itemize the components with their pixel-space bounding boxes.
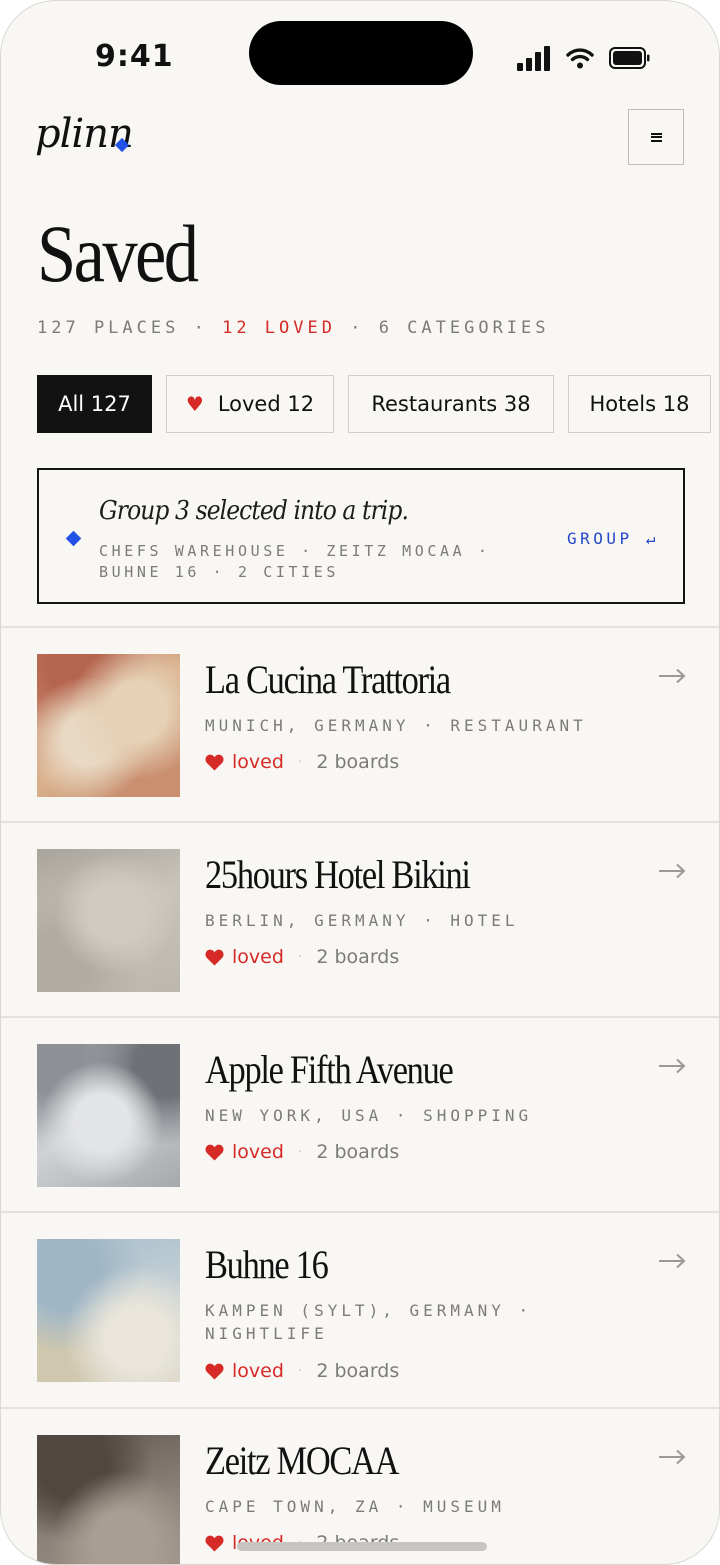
battery-icon (609, 47, 650, 69)
place-thumbnail (37, 849, 180, 992)
group-banner: Group 3 selected into a trip. CHEFS WARE… (37, 468, 685, 604)
heart-icon: ♥ (185, 392, 204, 416)
page-title: Saved (37, 208, 199, 299)
stats-separator: · (179, 318, 223, 338)
loved-label: loved (232, 946, 284, 968)
group-action-button[interactable]: GROUP ↵ (567, 529, 659, 548)
phone-screen: 9:41 plinn Saved 127 PLACES · 12 LOVED ·… (0, 0, 720, 1565)
saved-stats: 127 PLACES · 12 LOVED · 6 CATEGORIES (37, 318, 550, 338)
stats-separator: · (335, 318, 379, 338)
place-name: 25hours Hotel Bikini (205, 852, 471, 897)
loved-count: 12 LOVED (222, 318, 336, 338)
loved-label: loved (232, 751, 284, 773)
boards-count: 2 boards (316, 751, 400, 773)
saved-places-list: La Cucina Trattoria MUNICH, GERMANY · RE… (1, 626, 719, 1564)
place-status: loved · 2 boards (205, 1140, 399, 1164)
heart-icon (205, 1144, 224, 1161)
banner-detail: CHEFS WAREHOUSE · ZEITZ MOCAA · BUHNE 16… (99, 542, 491, 581)
place-name: La Cucina Trattoria (205, 657, 451, 702)
loved-label: loved (232, 1360, 284, 1382)
boards-count: 2 boards (316, 1360, 400, 1382)
place-thumbnail (37, 1239, 180, 1382)
arrow-right-icon[interactable] (658, 668, 686, 684)
place-status: loved · 2 boards (205, 945, 399, 969)
loved-label: loved (232, 1141, 284, 1163)
chip-label: Hotels 18 (589, 392, 690, 416)
categories-count: 6 CATEGORIES (378, 318, 550, 338)
place-meta: CAPE TOWN, ZA · MUSEUM (205, 1497, 505, 1516)
heart-icon (205, 754, 224, 771)
place-status: loved · 2 boards (205, 750, 399, 774)
chip-label: Restaurants 38 (371, 392, 531, 416)
place-row[interactable]: Apple Fifth Avenue NEW YORK, USA · SHOPP… (1, 1016, 719, 1211)
place-meta: KAMPEN (SYLT), GERMANY · NIGHTLIFE (205, 1301, 533, 1343)
diamond-icon (65, 530, 82, 547)
banner-title: Group 3 selected into a trip. (99, 496, 409, 526)
chip-label: All 127 (58, 392, 131, 416)
place-thumbnail (37, 654, 180, 797)
filter-chip-restaurants[interactable]: Restaurants 38 (348, 375, 554, 433)
place-name: Apple Fifth Avenue (205, 1047, 454, 1092)
filter-chip-all[interactable]: All 127 (37, 375, 152, 433)
arrow-right-icon[interactable] (658, 863, 686, 879)
separator-dot: · (297, 1363, 303, 1379)
home-indicator[interactable] (237, 1542, 487, 1551)
dynamic-island (249, 21, 473, 85)
heart-icon (205, 1535, 224, 1552)
place-name: Buhne 16 (205, 1242, 329, 1287)
place-row[interactable]: La Cucina Trattoria MUNICH, GERMANY · RE… (1, 626, 719, 821)
app-logo[interactable]: plinn (35, 111, 134, 157)
place-thumbnail (37, 1044, 180, 1187)
heart-icon (205, 949, 224, 966)
boards-count: 2 boards (316, 1141, 400, 1163)
menu-button[interactable] (628, 109, 684, 165)
status-time: 9:41 (95, 39, 174, 74)
signal-icon (517, 46, 550, 71)
filter-chip-loved[interactable]: ♥ Loved 12 (166, 375, 334, 433)
filter-chip-hotels[interactable]: Hotels 18 (568, 375, 711, 433)
chip-label: Loved 12 (217, 392, 315, 416)
place-thumbnail (37, 1435, 180, 1564)
heart-icon (205, 1363, 224, 1380)
separator-dot: · (297, 1144, 303, 1160)
place-row[interactable]: 25hours Hotel Bikini BERLIN, GERMANY · H… (1, 821, 719, 1016)
boards-count: 2 boards (316, 946, 400, 968)
place-name: Zeitz MOCAA (205, 1438, 399, 1483)
place-row[interactable]: Buhne 16 KAMPEN (SYLT), GERMANY · NIGHTL… (1, 1211, 719, 1407)
separator-dot: · (297, 754, 303, 770)
place-meta: NEW YORK, USA · SHOPPING (205, 1106, 533, 1125)
hamburger-icon (650, 132, 662, 142)
place-meta: BERLIN, GERMANY · HOTEL (205, 911, 519, 930)
place-meta: MUNICH, GERMANY · RESTAURANT (205, 716, 587, 735)
wifi-icon (566, 48, 594, 69)
place-status: loved · 2 boards (205, 1359, 399, 1383)
arrow-right-icon[interactable] (658, 1058, 686, 1074)
arrow-right-icon[interactable] (658, 1449, 686, 1465)
separator-dot: · (297, 949, 303, 965)
places-count: 127 PLACES (37, 318, 180, 338)
arrow-right-icon[interactable] (658, 1253, 686, 1269)
